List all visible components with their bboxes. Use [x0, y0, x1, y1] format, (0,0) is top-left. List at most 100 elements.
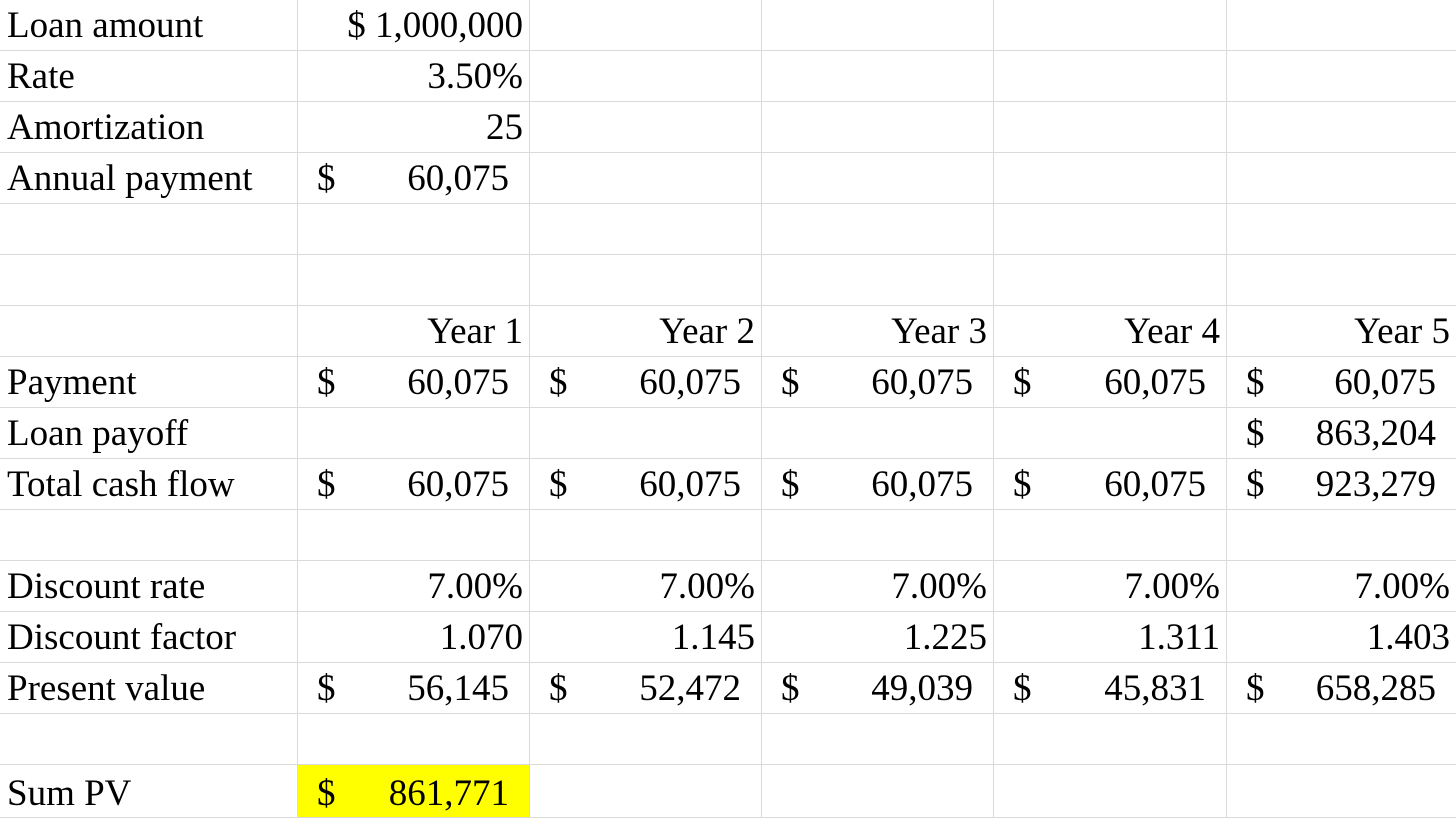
empty-cell[interactable]	[298, 255, 530, 306]
present-value-year-5[interactable]: $ 658,285	[1227, 663, 1456, 714]
discount-rate-label[interactable]: Discount rate	[0, 561, 298, 612]
empty-cell[interactable]	[1227, 51, 1456, 102]
loan-amount-value[interactable]: $ 1,000,000	[298, 0, 530, 51]
empty-cell[interactable]	[530, 51, 762, 102]
discount-factor-year-3[interactable]: 1.225	[762, 612, 994, 663]
payment-year-1[interactable]: $ 60,075	[298, 357, 530, 408]
payment-year-2[interactable]: $ 60,075	[530, 357, 762, 408]
empty-cell[interactable]	[1227, 153, 1456, 204]
empty-cell[interactable]	[762, 51, 994, 102]
year-2-header[interactable]: Year 2	[530, 306, 762, 357]
discount-rate-year-3[interactable]: 7.00%	[762, 561, 994, 612]
empty-cell[interactable]	[298, 714, 530, 765]
annual-payment-label[interactable]: Annual payment	[0, 153, 298, 204]
empty-cell[interactable]	[530, 0, 762, 51]
empty-cell[interactable]	[994, 0, 1227, 51]
empty-cell[interactable]	[994, 255, 1227, 306]
present-value-label[interactable]: Present value	[0, 663, 298, 714]
empty-cell[interactable]	[530, 153, 762, 204]
total-cash-flow-label[interactable]: Total cash flow	[0, 459, 298, 510]
currency-symbol: $	[317, 773, 336, 814]
empty-cell[interactable]	[1227, 510, 1456, 561]
empty-cell[interactable]	[994, 765, 1227, 818]
empty-cell[interactable]	[1227, 765, 1456, 818]
empty-cell[interactable]	[530, 765, 762, 818]
payment-year-5[interactable]: $ 60,075	[1227, 357, 1456, 408]
discount-rate-year-1[interactable]: 7.00%	[298, 561, 530, 612]
discount-rate-year-4[interactable]: 7.00%	[994, 561, 1227, 612]
year-4-header[interactable]: Year 4	[994, 306, 1227, 357]
discount-rate-year-5[interactable]: 7.00%	[1227, 561, 1456, 612]
year-5-header[interactable]: Year 5	[1227, 306, 1456, 357]
empty-cell[interactable]	[1227, 255, 1456, 306]
year-1-header[interactable]: Year 1	[298, 306, 530, 357]
empty-cell[interactable]	[0, 306, 298, 357]
empty-cell[interactable]	[1227, 204, 1456, 255]
amortization-label[interactable]: Amortization	[0, 102, 298, 153]
empty-cell[interactable]	[530, 510, 762, 561]
sum-pv-label[interactable]: Sum PV	[0, 765, 298, 818]
empty-cell[interactable]	[994, 408, 1227, 459]
empty-cell[interactable]	[0, 714, 298, 765]
empty-cell[interactable]	[762, 153, 994, 204]
empty-cell[interactable]	[298, 408, 530, 459]
empty-cell[interactable]	[762, 510, 994, 561]
empty-cell[interactable]	[994, 510, 1227, 561]
empty-cell[interactable]	[994, 204, 1227, 255]
loan-amount-label[interactable]: Loan amount	[0, 0, 298, 51]
empty-cell[interactable]	[530, 255, 762, 306]
annual-payment-value[interactable]: $ 60,075	[298, 153, 530, 204]
amortization-value[interactable]: 25	[298, 102, 530, 153]
empty-cell[interactable]	[530, 408, 762, 459]
empty-cell[interactable]	[1227, 0, 1456, 51]
empty-cell[interactable]	[0, 255, 298, 306]
empty-cell[interactable]	[762, 0, 994, 51]
empty-cell[interactable]	[762, 255, 994, 306]
empty-cell[interactable]	[762, 408, 994, 459]
empty-cell[interactable]	[530, 102, 762, 153]
empty-cell[interactable]	[994, 51, 1227, 102]
total-cash-flow-year-2[interactable]: $ 60,075	[530, 459, 762, 510]
empty-cell[interactable]	[994, 153, 1227, 204]
empty-cell[interactable]	[1227, 102, 1456, 153]
total-cash-flow-year-3[interactable]: $ 60,075	[762, 459, 994, 510]
empty-cell[interactable]	[762, 102, 994, 153]
empty-cell[interactable]	[1227, 714, 1456, 765]
present-value-year-3[interactable]: $ 49,039	[762, 663, 994, 714]
discount-factor-year-5[interactable]: 1.403	[1227, 612, 1456, 663]
payment-year-4[interactable]: $ 60,075	[994, 357, 1227, 408]
discount-rate-year-2[interactable]: 7.00%	[530, 561, 762, 612]
discount-factor-year-2[interactable]: 1.145	[530, 612, 762, 663]
loan-payoff-year-5[interactable]: $ 863,204	[1227, 408, 1456, 459]
empty-cell[interactable]	[762, 714, 994, 765]
payment-year-3[interactable]: $ 60,075	[762, 357, 994, 408]
rate-label[interactable]: Rate	[0, 51, 298, 102]
empty-cell[interactable]	[762, 204, 994, 255]
year-3-header[interactable]: Year 3	[762, 306, 994, 357]
empty-cell[interactable]	[994, 102, 1227, 153]
total-cash-flow-year-4[interactable]: $ 60,075	[994, 459, 1227, 510]
empty-cell[interactable]	[530, 714, 762, 765]
loan-payoff-label[interactable]: Loan payoff	[0, 408, 298, 459]
discount-factor-label[interactable]: Discount factor	[0, 612, 298, 663]
discount-factor-year-4[interactable]: 1.311	[994, 612, 1227, 663]
discount-factor-year-1[interactable]: 1.070	[298, 612, 530, 663]
payment-label[interactable]: Payment	[0, 357, 298, 408]
empty-cell[interactable]	[0, 204, 298, 255]
sum-pv-value[interactable]: $ 861,771	[298, 765, 530, 818]
empty-cell[interactable]	[994, 714, 1227, 765]
empty-cell[interactable]	[0, 510, 298, 561]
amount: 60,075	[407, 158, 509, 199]
present-value-year-1[interactable]: $ 56,145	[298, 663, 530, 714]
currency-symbol: $	[549, 362, 568, 403]
present-value-year-4[interactable]: $ 45,831	[994, 663, 1227, 714]
total-cash-flow-year-5[interactable]: $ 923,279	[1227, 459, 1456, 510]
empty-cell[interactable]	[530, 204, 762, 255]
empty-cell[interactable]	[762, 765, 994, 818]
empty-cell[interactable]	[298, 510, 530, 561]
empty-cell[interactable]	[298, 204, 530, 255]
rate-value[interactable]: 3.50%	[298, 51, 530, 102]
amount: 60,075	[871, 464, 973, 505]
present-value-year-2[interactable]: $ 52,472	[530, 663, 762, 714]
total-cash-flow-year-1[interactable]: $ 60,075	[298, 459, 530, 510]
